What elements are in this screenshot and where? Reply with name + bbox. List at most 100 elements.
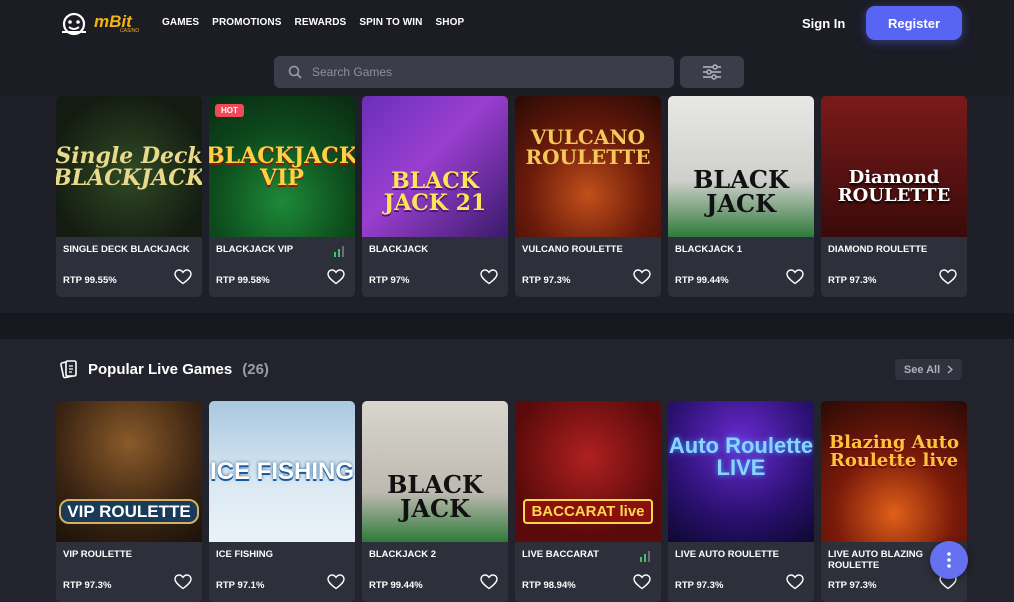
favorite-heart-icon[interactable] bbox=[786, 269, 804, 285]
game-rtp: RTP 98.94% bbox=[522, 580, 576, 591]
game-rtp: RTP 99.44% bbox=[369, 580, 423, 591]
games-grid-row-2: VIP ROULETTE VIP ROULETTE RTP 97.3% ICE … bbox=[56, 401, 967, 602]
nav-shop[interactable]: SHOP bbox=[436, 17, 465, 28]
game-art-text: ICE FISHING bbox=[209, 457, 354, 485]
game-thumbnail: Auto Roulette LIVE bbox=[668, 401, 814, 542]
game-name: BLACKJACK 2 bbox=[369, 549, 437, 560]
search-icon bbox=[288, 65, 302, 79]
game-thumbnail: BLACK JACK bbox=[362, 401, 508, 542]
game-card[interactable]: Auto Roulette LIVE LIVE AUTO ROULETTE RT… bbox=[668, 401, 814, 602]
game-card[interactable]: Single Deck BLACKJACK SINGLE DECK BLACKJ… bbox=[56, 96, 202, 297]
game-name: SINGLE DECK BLACKJACK bbox=[63, 244, 190, 255]
game-name: BLACKJACK bbox=[369, 244, 429, 255]
chevron-right-icon bbox=[947, 365, 954, 374]
favorite-heart-icon[interactable] bbox=[939, 269, 957, 285]
game-thumbnail: Single Deck BLACKJACK bbox=[56, 96, 202, 237]
game-thumbnail: Diamond ROULETTE bbox=[821, 96, 967, 237]
favorite-heart-icon[interactable] bbox=[633, 269, 651, 285]
game-thumbnail: ICE FISHING bbox=[209, 401, 355, 542]
game-name: BLACKJACK 1 bbox=[675, 244, 743, 255]
game-name: LIVE AUTO ROULETTE bbox=[675, 549, 779, 560]
logo[interactable]: mBit CASINO bbox=[60, 10, 139, 36]
signal-bars-icon bbox=[334, 246, 344, 257]
game-thumbnail: Blazing Auto Roulette live bbox=[821, 401, 967, 542]
game-card[interactable]: VIP ROULETTE VIP ROULETTE RTP 97.3% bbox=[56, 401, 202, 602]
game-name: VIP ROULETTE bbox=[63, 549, 132, 560]
logo-icon bbox=[62, 12, 86, 36]
game-art-text: VULCANO ROULETTE bbox=[525, 124, 651, 169]
game-card[interactable]: VULCANO ROULETTE VULCANO ROULETTE RTP 97… bbox=[515, 96, 661, 297]
site-header: mBit CASINO GAMES PROMOTIONS REWARDS SPI… bbox=[0, 0, 1014, 95]
game-rtp: RTP 97.3% bbox=[675, 580, 724, 591]
game-rtp: RTP 97.3% bbox=[63, 580, 112, 591]
favorite-heart-icon[interactable] bbox=[480, 269, 498, 285]
search-input[interactable] bbox=[312, 65, 652, 79]
hot-badge: HOT bbox=[215, 104, 244, 117]
game-name: DIAMOND ROULETTE bbox=[828, 244, 928, 255]
game-art-text: Blazing Auto Roulette live bbox=[828, 431, 960, 471]
game-card[interactable]: BLACK JACK 21 BLACKJACK RTP 97% bbox=[362, 96, 508, 297]
favorite-heart-icon[interactable] bbox=[174, 574, 192, 590]
game-rtp: RTP 99.58% bbox=[216, 275, 270, 286]
game-thumbnail: VULCANO ROULETTE bbox=[515, 96, 661, 237]
game-thumbnail: VIP ROULETTE bbox=[56, 401, 202, 542]
game-art-text: VIP ROULETTE bbox=[59, 499, 199, 524]
game-thumbnail: BLACKJACK VIP HOT bbox=[209, 96, 355, 237]
section-count: (26) bbox=[242, 360, 269, 378]
game-art-text: Auto Roulette LIVE bbox=[668, 432, 814, 480]
game-rtp: RTP 97% bbox=[369, 275, 410, 286]
game-art-text: Single Deck BLACKJACK bbox=[56, 142, 202, 191]
see-all-label: See All bbox=[903, 363, 941, 376]
game-card[interactable]: ICE FISHING ICE FISHING RTP 97.1% bbox=[209, 401, 355, 602]
game-rtp: RTP 99.55% bbox=[63, 275, 117, 286]
game-thumbnail: BLACK JACK bbox=[668, 96, 814, 237]
game-card[interactable]: Diamond ROULETTE DIAMOND ROULETTE RTP 97… bbox=[821, 96, 967, 297]
game-art-text: BACCARAT live bbox=[523, 499, 653, 524]
nav-rewards[interactable]: REWARDS bbox=[295, 17, 347, 28]
game-card[interactable]: BLACKJACK VIP HOT BLACKJACK VIP RTP 99.5… bbox=[209, 96, 355, 297]
section-header: Popular Live Games (26) bbox=[60, 359, 269, 379]
game-rtp: RTP 97.3% bbox=[522, 275, 571, 286]
favorite-heart-icon[interactable] bbox=[786, 574, 804, 590]
more-options-button[interactable] bbox=[930, 541, 968, 579]
game-art-text: BLACKJACK VIP bbox=[209, 142, 355, 191]
favorite-heart-icon[interactable] bbox=[174, 269, 192, 285]
favorite-heart-icon[interactable] bbox=[327, 269, 345, 285]
filter-button[interactable] bbox=[680, 56, 744, 88]
section-title: Popular Live Games bbox=[88, 360, 233, 378]
game-name: BLACKJACK VIP bbox=[216, 244, 294, 255]
sign-in-link[interactable]: Sign In bbox=[802, 16, 845, 31]
game-art-text: Diamond ROULETTE bbox=[837, 166, 951, 206]
logo-subtext: CASINO bbox=[120, 27, 140, 34]
favorite-heart-icon[interactable] bbox=[633, 574, 651, 590]
signal-bars-icon bbox=[640, 551, 650, 562]
section-divider bbox=[0, 313, 1014, 339]
game-name: VULCANO ROULETTE bbox=[522, 244, 623, 255]
game-thumbnail: BACCARAT live bbox=[515, 401, 661, 542]
game-card[interactable]: BLACK JACK BLACKJACK 2 RTP 99.44% bbox=[362, 401, 508, 602]
game-thumbnail: BLACK JACK 21 bbox=[362, 96, 508, 237]
search-bar[interactable] bbox=[274, 56, 674, 88]
sliders-icon bbox=[703, 64, 721, 80]
favorite-heart-icon[interactable] bbox=[327, 574, 345, 590]
game-art-text: BLACK JACK bbox=[693, 164, 789, 218]
game-rtp: RTP 97.3% bbox=[828, 580, 877, 591]
game-art-text: BLACK JACK 21 bbox=[383, 167, 487, 216]
favorite-heart-icon[interactable] bbox=[480, 574, 498, 590]
game-rtp: RTP 97.1% bbox=[216, 580, 265, 591]
nav-promotions[interactable]: PROMOTIONS bbox=[212, 17, 281, 28]
cards-icon bbox=[60, 360, 77, 379]
register-button[interactable]: Register bbox=[866, 6, 962, 40]
see-all-button[interactable]: See All bbox=[895, 359, 962, 380]
game-card[interactable]: BLACK JACK BLACKJACK 1 RTP 99.44% bbox=[668, 96, 814, 297]
game-rtp: RTP 97.3% bbox=[828, 275, 877, 286]
nav-spin-to-win[interactable]: SPIN TO WIN bbox=[359, 17, 422, 28]
vertical-dots-icon bbox=[947, 552, 951, 568]
main-nav: GAMES PROMOTIONS REWARDS SPIN TO WIN SHO… bbox=[162, 17, 464, 28]
game-name: LIVE BACCARAT bbox=[522, 549, 599, 560]
game-art-text: BLACK JACK bbox=[387, 469, 483, 523]
game-name: ICE FISHING bbox=[216, 549, 274, 560]
game-rtp: RTP 99.44% bbox=[675, 275, 729, 286]
nav-games[interactable]: GAMES bbox=[162, 17, 199, 28]
game-card[interactable]: BACCARAT live LIVE BACCARAT RTP 98.94% bbox=[515, 401, 661, 602]
